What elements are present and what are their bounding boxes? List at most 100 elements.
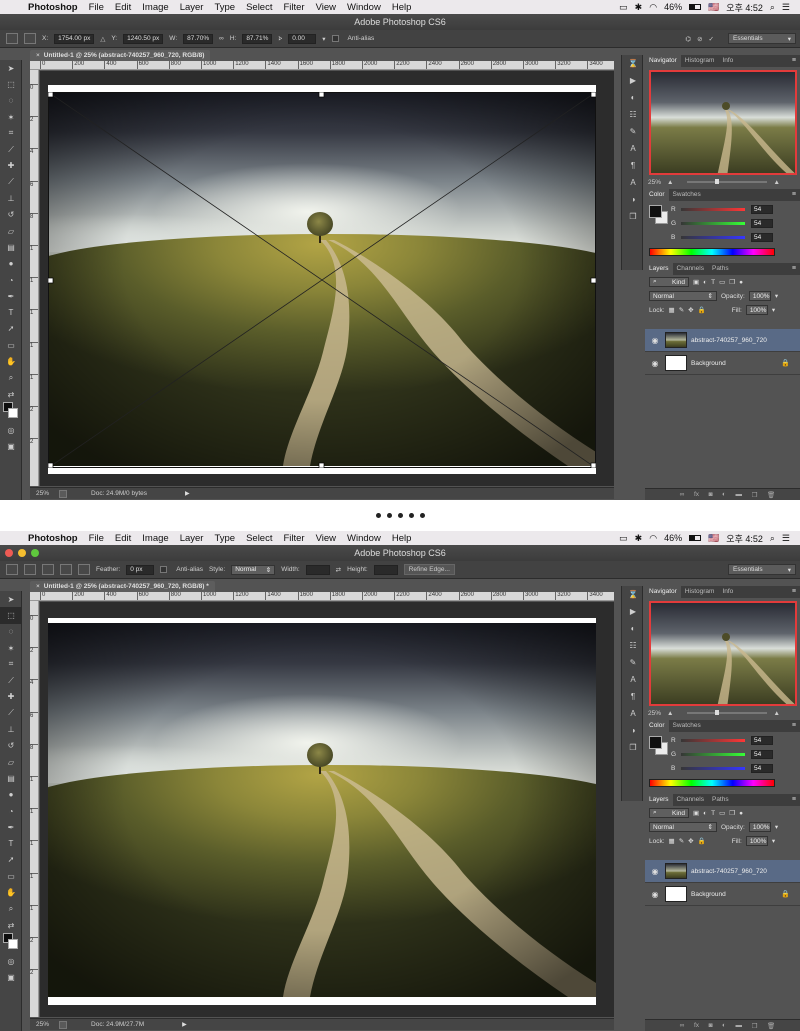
red-value-field[interactable]: 54 bbox=[751, 204, 773, 214]
green-value-field[interactable]: 54 bbox=[751, 749, 773, 759]
navigator-thumbnail[interactable] bbox=[649, 70, 797, 175]
menu-view[interactable]: View bbox=[316, 533, 336, 544]
menu-filter[interactable]: Filter bbox=[283, 2, 304, 13]
interpolation-dropdown[interactable]: ▾ bbox=[322, 35, 325, 43]
clone-source-panel-icon[interactable]: ❐ bbox=[622, 208, 644, 225]
blend-mode-dropdown[interactable]: Normal ⇕ bbox=[649, 291, 717, 301]
actions-panel-icon[interactable]: ▶ bbox=[622, 72, 644, 89]
menu-type[interactable]: Type bbox=[214, 2, 235, 13]
eyedropper-tool-icon[interactable]: ⟋ bbox=[0, 672, 22, 688]
lock-transparency-icon[interactable]: ▦ bbox=[669, 837, 675, 845]
zoom-level[interactable]: 25% bbox=[36, 1021, 49, 1028]
chevron-down-icon[interactable]: ▾ bbox=[772, 837, 775, 845]
menu-view[interactable]: View bbox=[316, 2, 336, 13]
clone-source-panel-icon[interactable]: ❐ bbox=[622, 739, 644, 756]
trash-icon[interactable]: 🗑 bbox=[767, 1022, 775, 1030]
eye-icon[interactable]: ◉ bbox=[645, 359, 665, 368]
tab-channels[interactable]: Channels bbox=[673, 263, 708, 275]
properties-panel-icon[interactable]: ☷ bbox=[622, 106, 644, 123]
tab-histogram[interactable]: Histogram bbox=[681, 55, 719, 67]
panel-menu-icon[interactable]: ≡ bbox=[788, 263, 800, 275]
navigator-zoom-slider[interactable] bbox=[687, 179, 768, 184]
green-value-field[interactable]: 54 bbox=[751, 218, 773, 228]
status-menu-arrow-icon[interactable]: ▶ bbox=[182, 1021, 187, 1028]
red-value-field[interactable]: 54 bbox=[751, 735, 773, 745]
tab-color[interactable]: Color bbox=[645, 720, 669, 732]
tab-swatches[interactable]: Swatches bbox=[669, 189, 705, 201]
warp-icon[interactable]: ⌬ bbox=[685, 35, 691, 43]
character-panel-icon[interactable]: A bbox=[622, 671, 644, 688]
opacity-field[interactable]: 100% bbox=[748, 822, 771, 832]
shape-tool-icon[interactable]: ▭ bbox=[0, 337, 22, 353]
brush-tool-icon[interactable]: ⟋ bbox=[0, 705, 22, 721]
tab-navigator[interactable]: Navigator bbox=[645, 586, 681, 598]
filter-smart-object-icon[interactable]: ❐ bbox=[729, 278, 735, 286]
subtract-selection-icon[interactable] bbox=[60, 564, 72, 575]
battery-icon[interactable] bbox=[689, 4, 702, 10]
zoom-tool-icon[interactable]: ⌕ bbox=[0, 370, 22, 386]
gradient-tool-icon[interactable]: ▤ bbox=[0, 239, 22, 255]
screen-mode-icon[interactable]: ▣ bbox=[0, 970, 22, 986]
panel-menu-icon[interactable]: ≡ bbox=[788, 794, 800, 806]
clock[interactable]: 오후 4:52 bbox=[726, 1, 763, 14]
pen-tool-icon[interactable]: ✒ bbox=[0, 819, 22, 835]
marquee-tool-icon[interactable]: ⬚ bbox=[0, 76, 22, 92]
filter-shape-icon[interactable]: ▭ bbox=[719, 809, 725, 817]
bluetooth-icon[interactable]: ✱ bbox=[635, 2, 643, 13]
zoom-in-icon[interactable]: ▲ bbox=[773, 710, 779, 717]
menu-layer[interactable]: Layer bbox=[180, 2, 204, 13]
workspace-switcher[interactable]: Essentials ▾ bbox=[728, 33, 796, 44]
brush-panel-icon[interactable]: ✎ bbox=[622, 654, 644, 671]
eye-icon[interactable]: ◉ bbox=[645, 890, 665, 899]
filter-type-icon[interactable]: T bbox=[711, 279, 715, 286]
type-panel-icon[interactable]: A bbox=[622, 174, 644, 191]
horizontal-ruler[interactable]: 0 200 400 600 800 1000 1200 1400 1600 1800 2000 220… bbox=[30, 61, 614, 70]
actions-panel-icon[interactable]: ▶ bbox=[622, 603, 644, 620]
blue-value-field[interactable]: 54 bbox=[751, 232, 773, 242]
menu-edit[interactable]: Edit bbox=[115, 533, 131, 544]
wifi-icon[interactable]: ◠ bbox=[649, 2, 657, 13]
eraser-tool-icon[interactable]: ▱ bbox=[0, 223, 22, 239]
shape-tool-icon[interactable]: ▭ bbox=[0, 868, 22, 884]
cancel-transform-icon[interactable]: ⊘ bbox=[697, 35, 702, 43]
tool-preset-picker[interactable] bbox=[6, 33, 18, 44]
add-selection-icon[interactable] bbox=[42, 564, 54, 575]
background-color[interactable] bbox=[8, 408, 18, 419]
paragraph-panel-icon[interactable]: ¶ bbox=[622, 157, 644, 174]
type-tool-icon[interactable]: T bbox=[0, 304, 22, 320]
filter-toggle-icon[interactable]: ● bbox=[739, 279, 743, 286]
app-menu[interactable]: Photoshop bbox=[28, 2, 78, 13]
move-tool-icon[interactable]: ➤ bbox=[0, 60, 22, 76]
vertical-ruler[interactable]: 0 2 4 6 8 1 1 1 1 1 2 2 bbox=[30, 70, 39, 486]
height-field[interactable] bbox=[373, 564, 398, 575]
reference-point-icon[interactable] bbox=[24, 33, 36, 44]
crop-tool-icon[interactable]: ⌗ bbox=[0, 656, 22, 672]
tab-color[interactable]: Color bbox=[645, 189, 669, 201]
tab-paths[interactable]: Paths bbox=[708, 263, 733, 275]
link-layers-icon[interactable]: ∞ bbox=[680, 1022, 685, 1029]
layer-name[interactable]: Background bbox=[691, 360, 726, 367]
filter-smart-object-icon[interactable]: ❐ bbox=[729, 809, 735, 817]
healing-brush-tool-icon[interactable]: ✚ bbox=[0, 689, 22, 705]
notification-icon[interactable]: ☰ bbox=[782, 2, 790, 13]
status-menu-arrow-icon[interactable]: ▶ bbox=[185, 490, 190, 497]
lock-position-icon[interactable]: ✥ bbox=[688, 306, 693, 314]
type-panel-icon[interactable]: A bbox=[622, 705, 644, 722]
intersect-selection-icon[interactable] bbox=[78, 564, 90, 575]
panel-menu-icon[interactable]: ≡ bbox=[788, 55, 800, 67]
layer-mask-icon[interactable]: ◙ bbox=[709, 491, 713, 498]
layer-filter-dropdown[interactable]: ⌕ Kind bbox=[649, 277, 689, 287]
vertical-ruler[interactable]: 0 2 4 6 8 1 1 1 1 1 2 2 bbox=[30, 601, 39, 1017]
navigator-zoom-value[interactable]: 25% bbox=[648, 710, 661, 717]
trash-icon[interactable]: 🗑 bbox=[767, 491, 775, 499]
history-panel-icon[interactable]: ⌛ bbox=[622, 55, 644, 72]
dodge-tool-icon[interactable]: ◔ bbox=[0, 803, 22, 819]
blue-value-field[interactable]: 54 bbox=[751, 763, 773, 773]
styles-panel-icon[interactable]: ◑ bbox=[622, 191, 644, 208]
path-selection-tool-icon[interactable]: ➚ bbox=[0, 852, 22, 868]
history-brush-tool-icon[interactable]: ↺ bbox=[0, 738, 22, 754]
new-group-icon[interactable]: ▬ bbox=[736, 491, 743, 498]
character-panel-icon[interactable]: A bbox=[622, 140, 644, 157]
document-tab[interactable]: × Untitled-1 @ 25% (abstract-740257_960_… bbox=[30, 50, 211, 61]
panel-menu-icon[interactable]: ≡ bbox=[788, 720, 800, 732]
